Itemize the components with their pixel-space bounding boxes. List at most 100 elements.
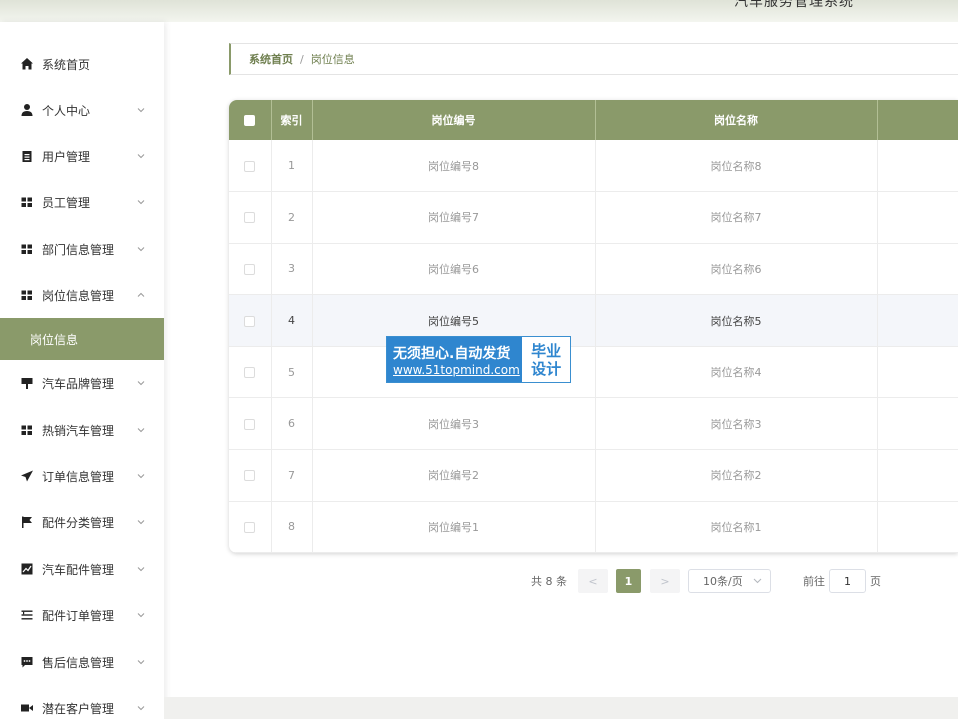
table-row[interactable]: 2 岗位编号7 岗位名称7 — [229, 191, 958, 244]
sidebar-item-2[interactable]: 用户管理 — [0, 136, 164, 176]
sidebar-item-label: 员工管理 — [42, 195, 91, 210]
chevron-down-icon — [136, 377, 146, 387]
chat-icon — [20, 655, 34, 669]
row-checkbox[interactable] — [244, 418, 256, 430]
row-select-cell[interactable] — [229, 501, 272, 553]
watermark-tag-1: 毕业 — [531, 341, 562, 360]
select-all-cell[interactable] — [229, 100, 272, 140]
chevron-down-icon — [136, 424, 146, 434]
goto-label: 前往 — [803, 575, 825, 588]
chevron-down-icon — [136, 470, 146, 480]
sidebar-item-11[interactable]: 配件订单管理 — [0, 595, 164, 635]
breadcrumb: 系统首页 / 岗位信息 — [229, 43, 958, 75]
row-index: 7 — [271, 449, 313, 502]
sidebar-item-6[interactable]: 汽车品牌管理 — [0, 363, 164, 403]
list-icon — [20, 608, 34, 622]
row-actions — [877, 449, 958, 502]
table-row[interactable]: 6 岗位编号3 岗位名称3 — [229, 397, 958, 451]
sidebar-item-label: 用户管理 — [42, 149, 91, 164]
table-header-row: 索引 岗位编号 岗位名称 — [229, 100, 958, 140]
grid-icon — [20, 423, 34, 437]
row-actions — [877, 397, 958, 451]
sidebar-subitem-position-info[interactable]: 岗位信息 — [0, 318, 164, 360]
row-actions — [877, 140, 958, 193]
grid-icon — [20, 288, 34, 302]
sidebar-item-0[interactable]: 系统首页 — [0, 44, 164, 84]
row-select-cell[interactable] — [229, 294, 272, 347]
table-row[interactable]: 7 岗位编号2 岗位名称2 — [229, 449, 958, 502]
header-actions — [877, 100, 958, 140]
row-index: 5 — [271, 346, 313, 399]
row-position-name: 岗位名称1 — [595, 501, 878, 553]
sidebar-item-13[interactable]: 潜在客户管理 — [0, 688, 164, 719]
sidebar-item-3[interactable]: 员工管理 — [0, 182, 164, 222]
page-size-value: 10条/页 — [703, 575, 743, 588]
sidebar-item-label: 部门信息管理 — [42, 242, 115, 257]
row-position-name: 岗位名称6 — [595, 243, 878, 296]
sidebar-item-label: 系统首页 — [42, 57, 91, 72]
row-position-code: 岗位编号8 — [312, 140, 596, 193]
table-row[interactable]: 1 岗位编号8 岗位名称8 — [229, 140, 958, 193]
sidebar-item-label: 订单信息管理 — [42, 469, 115, 484]
row-position-code: 岗位编号1 — [312, 501, 596, 553]
sidebar-item-5[interactable]: 岗位信息管理 — [0, 275, 164, 315]
table-row[interactable]: 5岗位编号4岗位名称4 — [229, 346, 958, 399]
goto-page-input[interactable]: 1 — [829, 569, 866, 593]
pagination: 共 8 条 < 1 > 10条/页 前往 1 页 — [0, 569, 958, 593]
row-position-name: 岗位名称8 — [595, 140, 878, 193]
header-position-code: 岗位编号 — [312, 100, 596, 140]
row-checkbox[interactable] — [244, 160, 256, 172]
chevron-down-icon — [136, 702, 146, 712]
sidebar-item-9[interactable]: 配件分类管理 — [0, 502, 164, 542]
breadcrumb-separator: / — [300, 52, 304, 66]
select-all-checkbox[interactable] — [244, 115, 256, 126]
grid-icon — [20, 195, 34, 209]
row-checkbox[interactable] — [244, 263, 256, 275]
sidebar-item-4[interactable]: 部门信息管理 — [0, 229, 164, 269]
breadcrumb-home[interactable]: 系统首页 — [249, 51, 293, 67]
prev-page-button[interactable]: < — [578, 569, 608, 593]
header-index: 索引 — [271, 100, 313, 140]
row-select-cell[interactable] — [229, 140, 272, 193]
next-page-button[interactable]: > — [650, 569, 680, 593]
watermark-url: www.51topmind.com — [393, 362, 520, 377]
page-size-select[interactable]: 10条/页 — [688, 569, 771, 593]
chevron-down-icon — [136, 150, 146, 160]
row-checkbox[interactable] — [244, 367, 256, 379]
sidebar: 岗位信息 系统首页个人中心用户管理员工管理部门信息管理岗位信息管理汽车品牌管理热… — [0, 22, 164, 719]
sidebar-item-1[interactable]: 个人中心 — [0, 90, 164, 130]
row-select-cell[interactable] — [229, 397, 272, 451]
chevron-down-icon — [136, 104, 146, 114]
sidebar-item-label: 汽车品牌管理 — [42, 376, 115, 391]
row-select-cell[interactable] — [229, 243, 272, 296]
row-index: 2 — [271, 191, 313, 244]
table-row[interactable]: 3 岗位编号6 岗位名称6 — [229, 243, 958, 296]
chevron-down-icon — [136, 196, 146, 206]
row-position-name: 岗位名称5 — [595, 294, 878, 347]
row-checkbox[interactable] — [244, 315, 256, 327]
row-checkbox[interactable] — [244, 470, 256, 482]
row-position-name: 岗位名称4 — [595, 346, 878, 399]
sidebar-item-12[interactable]: 售后信息管理 — [0, 642, 164, 682]
row-select-cell[interactable] — [229, 346, 272, 399]
row-select-cell[interactable] — [229, 191, 272, 244]
row-index: 6 — [271, 397, 313, 451]
row-checkbox[interactable] — [244, 212, 256, 224]
table-row[interactable]: 8 岗位编号1 岗位名称1 — [229, 501, 958, 553]
chevron-down-icon — [136, 516, 146, 526]
page-number-1[interactable]: 1 — [616, 569, 641, 593]
sidebar-item-7[interactable]: 热销汽车管理 — [0, 410, 164, 450]
sidebar-item-label: 配件订单管理 — [42, 608, 115, 623]
row-position-code: 岗位编号6 — [312, 243, 596, 296]
table-row[interactable]: 4 岗位编号5 岗位名称5 — [229, 294, 958, 347]
row-position-code: 岗位编号7 — [312, 191, 596, 244]
row-select-cell[interactable] — [229, 449, 272, 502]
sidebar-item-8[interactable]: 订单信息管理 — [0, 456, 164, 496]
chevron-up-icon — [136, 289, 146, 299]
video-icon — [20, 701, 34, 715]
row-checkbox[interactable] — [244, 521, 256, 533]
row-position-name: 岗位名称2 — [595, 449, 878, 502]
header-position-name: 岗位名称 — [595, 100, 878, 140]
row-index: 3 — [271, 243, 313, 296]
sidebar-item-label: 潜在客户管理 — [42, 701, 115, 716]
